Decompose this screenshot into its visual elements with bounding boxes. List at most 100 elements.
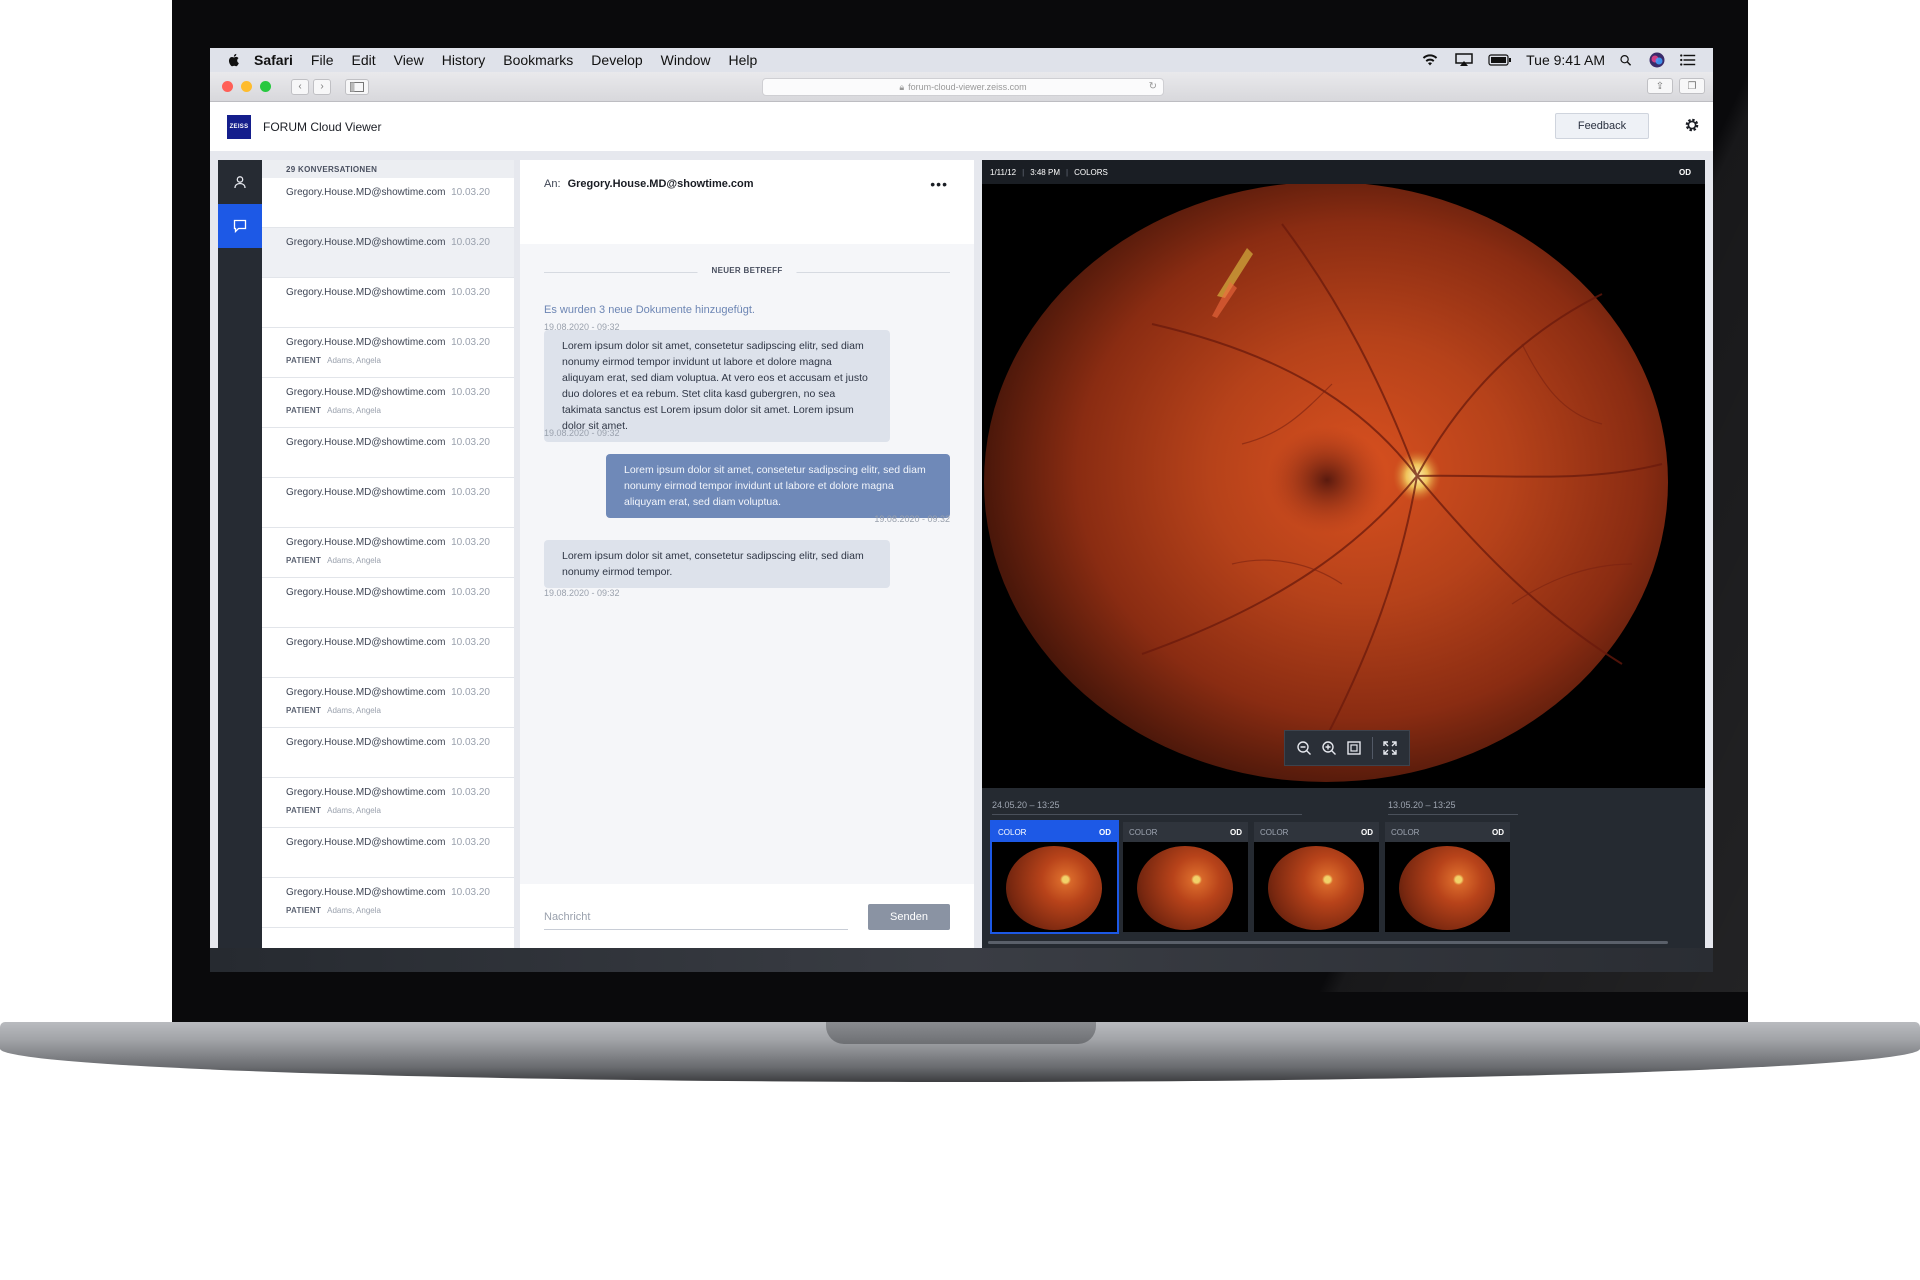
macos-menu-bar: Safari File Edit View History Bookmarks … — [210, 48, 1713, 72]
menu-view[interactable]: View — [394, 52, 424, 68]
menu-history[interactable]: History — [442, 52, 486, 68]
gear-icon[interactable] — [1683, 116, 1701, 134]
thumbnail-label: COLOR — [998, 827, 1027, 837]
menu-safari[interactable]: Safari — [254, 52, 293, 68]
address-bar[interactable]: 🔒︎ forum-cloud-viewer.zeiss.com ↻ — [762, 78, 1164, 96]
apple-logo-icon[interactable] — [226, 52, 242, 68]
conversation-date: 10.03.20 — [451, 837, 490, 848]
patient-label: PATIENT — [286, 356, 322, 365]
wifi-icon[interactable] — [1420, 53, 1440, 67]
notification-center-icon[interactable] — [1679, 53, 1697, 67]
back-button[interactable]: ‹ — [291, 78, 309, 95]
conversation-item[interactable]: Gregory.House.MD@showtime.com 10.03.20 — [262, 228, 514, 278]
thumbnail[interactable]: COLOR OD — [1123, 822, 1248, 932]
conversation-date: 10.03.20 — [451, 537, 490, 548]
thumbnail[interactable]: COLOR OD — [1254, 822, 1379, 932]
menu-edit[interactable]: Edit — [351, 52, 375, 68]
reload-icon[interactable]: ↻ — [1149, 81, 1157, 92]
thumbnail[interactable]: COLOR OD — [1385, 822, 1510, 932]
conversation-date: 10.03.20 — [451, 637, 490, 648]
airplay-icon[interactable] — [1454, 53, 1474, 67]
menu-file[interactable]: File — [311, 52, 334, 68]
sidebar-toggle-button[interactable] — [345, 78, 369, 95]
conversation-patient: PATIENT Adams, Angela — [286, 906, 490, 915]
conversation-item[interactable]: Gregory.House.MD@showtime.com 10.03.20 — [262, 628, 514, 678]
message-timestamp: 19.08.2020 - 09:32 — [544, 428, 620, 438]
thumbnail-header: COLOR OD — [1254, 822, 1379, 842]
image-info-bar: 1/11/12 | 3:48 PM | COLORS OD — [982, 160, 1705, 184]
conversation-item[interactable]: Gregory.House.MD@showtime.com 10.03.20 PAT… — [262, 528, 514, 578]
thumbnail-fundus-image — [1268, 846, 1364, 930]
window-close-button[interactable] — [222, 81, 233, 92]
conversation-date: 10.03.20 — [451, 487, 490, 498]
conversation-item[interactable]: Gregory.House.MD@showtime.com 10.03.20 PAT… — [262, 878, 514, 928]
message-bubble-incoming: Lorem ipsum dolor sit amet, consetetur s… — [544, 540, 890, 588]
send-button[interactable]: Senden — [868, 904, 950, 930]
app-title: FORUM Cloud Viewer — [263, 119, 382, 134]
recipient-address[interactable]: Gregory.House.MD@showtime.com — [568, 178, 754, 190]
battery-icon[interactable] — [1488, 53, 1512, 67]
conversation-date: 10.03.20 — [451, 287, 490, 298]
zoom-in-icon[interactable] — [1321, 740, 1337, 756]
message-input[interactable]: Nachricht — [544, 904, 848, 930]
conversation-item[interactable]: Gregory.House.MD@showtime.com 10.03.20 — [262, 478, 514, 528]
image-viewer: 1/11/12 | 3:48 PM | COLORS OD 24.05.20 –… — [982, 160, 1705, 948]
thumbnail-fundus-image — [1006, 846, 1102, 930]
conversation-count: 29 KONVERSATIONEN — [262, 160, 514, 178]
conversation-item[interactable]: Gregory.House.MD@showtime.com 10.03.20 — [262, 728, 514, 778]
chevron-left-icon: ‹ — [298, 81, 302, 92]
conversation-patient: PATIENT Adams, Angela — [286, 806, 490, 815]
conversation-item[interactable]: Gregory.House.MD@showtime.com 10.03.20 — [262, 278, 514, 328]
patient-name: Adams, Angela — [327, 356, 381, 365]
nav-messages-button[interactable] — [218, 204, 262, 248]
tabs-icon: ❐ — [1687, 80, 1697, 92]
conversation-item[interactable]: Gregory.House.MD@showtime.com 10.03.20 PAT… — [262, 678, 514, 728]
conversation-date: 10.03.20 — [451, 887, 490, 898]
patient-label: PATIENT — [286, 706, 322, 715]
nav-patients-button[interactable] — [218, 160, 262, 204]
menu-help[interactable]: Help — [728, 52, 757, 68]
share-button[interactable]: ⇪ — [1647, 78, 1673, 94]
screen-bottom-bezel-reflection — [210, 948, 1713, 972]
conversation-item[interactable]: Gregory.House.MD@showtime.com 10.03.20 PAT… — [262, 378, 514, 428]
thumbnail[interactable]: COLOR OD — [990, 820, 1119, 934]
conversation-item[interactable]: Gregory.House.MD@showtime.com 10.03.20 — [262, 578, 514, 628]
thumbnail-label: COLOR — [1391, 827, 1420, 837]
siri-icon[interactable] — [1649, 52, 1665, 68]
thumbnail-eye: OD — [1361, 827, 1373, 837]
menu-bookmarks[interactable]: Bookmarks — [503, 52, 573, 68]
conversation-item[interactable]: Gregory.House.MD@showtime.com 10.03.20 — [262, 828, 514, 878]
fundus-image[interactable] — [982, 184, 1705, 788]
conversation-item[interactable]: Gregory.House.MD@showtime.com 10.03.20 PAT… — [262, 778, 514, 828]
feedback-button[interactable]: Feedback — [1555, 113, 1649, 139]
conversation-item[interactable]: Gregory.House.MD@showtime.com 10.03.20 — [262, 178, 514, 228]
conversation-item[interactable]: Gregory.House.MD@showtime.com 10.03.20 PAT… — [262, 328, 514, 378]
more-options-icon[interactable]: ••• — [930, 176, 948, 192]
app-main: 29 KONVERSATIONEN Gregory.House.MD@showt… — [210, 152, 1713, 972]
zoom-out-icon[interactable] — [1296, 740, 1312, 756]
fit-to-screen-icon[interactable] — [1346, 740, 1362, 756]
fullscreen-icon[interactable] — [1382, 740, 1398, 756]
system-message: Es wurden 3 neue Dokumente hinzugefügt. — [544, 304, 755, 316]
thumbnail-header: COLOR OD — [992, 822, 1117, 842]
horizontal-scrollbar[interactable] — [988, 941, 1668, 944]
recipient-label: An: — [544, 178, 561, 190]
menu-develop[interactable]: Develop — [591, 52, 642, 68]
window-zoom-button[interactable] — [260, 81, 271, 92]
laptop-screen: Safari File Edit View History Bookmarks … — [210, 48, 1713, 972]
forward-button[interactable]: › — [313, 78, 331, 95]
laptop-hinge-notch — [826, 1022, 1096, 1044]
conversation-date: 10.03.20 — [451, 337, 490, 348]
spotlight-search-icon[interactable] — [1619, 53, 1635, 67]
menu-window[interactable]: Window — [661, 52, 711, 68]
icon-navigation — [218, 160, 262, 948]
patient-label: PATIENT — [286, 806, 322, 815]
toolbar-separator — [1371, 737, 1373, 759]
menu-clock[interactable]: Tue 9:41 AM — [1526, 52, 1605, 68]
image-mode: COLORS — [1074, 167, 1108, 177]
conversation-date: 10.03.20 — [451, 687, 490, 698]
conversation-item[interactable]: Gregory.House.MD@showtime.com 10.03.20 — [262, 428, 514, 478]
app-header: ZEISS FORUM Cloud Viewer Feedback — [210, 102, 1713, 152]
tabs-overview-button[interactable]: ❐ — [1679, 78, 1705, 94]
window-minimize-button[interactable] — [241, 81, 252, 92]
